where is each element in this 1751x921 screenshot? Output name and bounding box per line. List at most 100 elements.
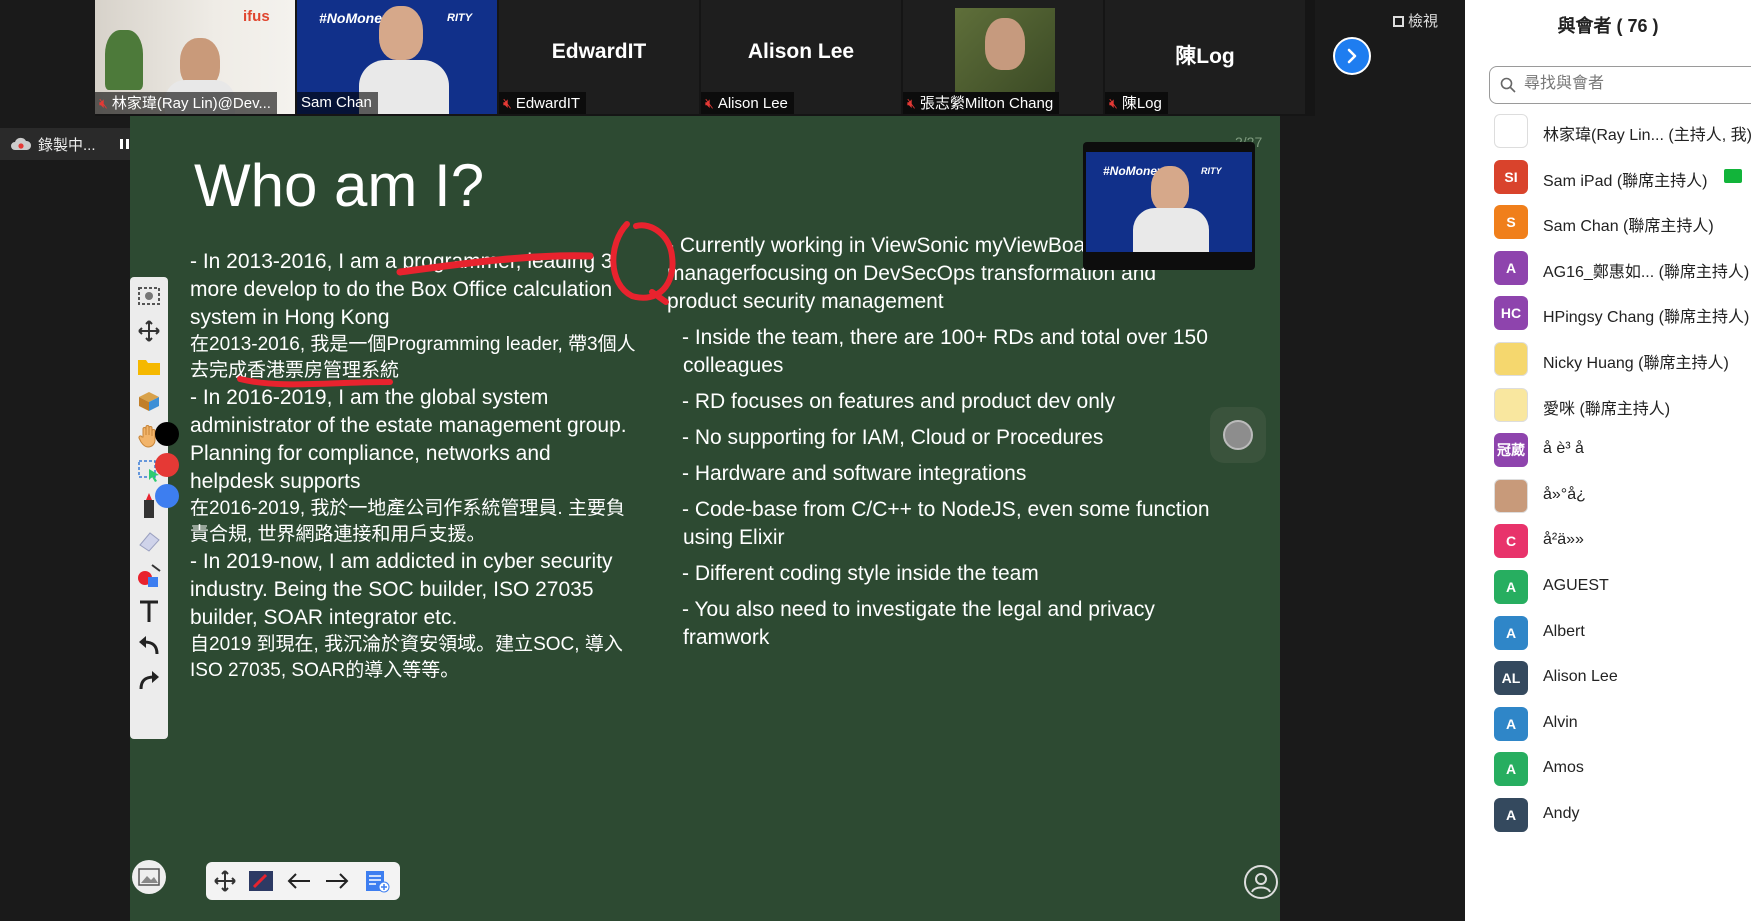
video-tile-milton-chang[interactable]: 🔇︎ 張志縈Milton Chang [903,0,1103,114]
participants-panel: 與會者 ( 76 ) 林家瑋(Ray Lin... (主持人, 我) SI Sam … [1465,0,1751,921]
person-face [379,6,423,60]
participant-row[interactable]: Cå²ä»» [1465,520,1751,564]
next-page-button[interactable] [1333,37,1371,75]
participant-row[interactable]: 冠葳 å è³ å [1465,429,1751,473]
add-page-button[interactable] [362,866,392,896]
move-icon [214,870,236,892]
tile-name-label: 🔇︎ 陳Log [1105,92,1168,114]
screenshot-tool-button[interactable] [134,281,164,311]
participant-name: 愛咪 (聯席主持人) [1543,400,1671,418]
participant-name: Nicky Huang (聯席主持人) [1543,355,1729,372]
bottom-toolbar [206,862,400,900]
participant-name: Sam iPad (聯席主持人) [1543,172,1708,190]
avatar [1494,342,1528,376]
grid-icon [1393,16,1404,27]
participant-search-input[interactable] [1522,74,1746,94]
pan-tool-button[interactable] [134,316,164,346]
participant-name: Alvin [1543,713,1578,731]
participant-name: Andy [1543,805,1580,822]
mic-muted-icon: 🔇︎ [907,95,916,111]
brand-logo-suffix: RITY [447,12,473,24]
participant-row[interactable]: A Andy [1465,794,1751,838]
video-tile-alison-lee[interactable]: Alison Lee 🔇︎ Alison Lee [701,0,901,114]
mic-muted-icon: 🔇︎ [99,95,108,111]
participant-name: AG16_鄭惠如... (聯席主持人) [1543,263,1750,281]
cloud-record-icon [11,137,32,150]
whiteboard-button[interactable] [246,866,276,896]
view-button[interactable]: 檢視 [1393,10,1438,31]
shapes-icon [138,564,161,587]
video-tile-chen-log[interactable]: 陳Log 🔇︎ 陳Log [1105,0,1305,114]
participant-row[interactable]: AL Alison Lee [1465,657,1751,701]
color-swatch-red[interactable] [155,453,179,477]
participant-row[interactable]: A AG16_鄭惠如... (聯席主持人) [1465,247,1751,291]
shared-slide: 2/27 Who am I? - In 2013-2016, I am a pr… [130,116,1280,921]
avatar: A [1494,706,1528,741]
avatar [1494,114,1528,148]
avatar [1494,478,1528,513]
participant-row[interactable]: å»°å¿ [1465,475,1751,519]
redo-button[interactable] [134,666,164,696]
participants-title: 與會者 ( 76 ) [1557,16,1659,36]
shape-tool-button[interactable] [134,561,164,591]
participant-name: å è³ å [1543,440,1584,458]
avatar: A [1494,570,1528,604]
avatar: A [1494,615,1528,650]
box-tool-button[interactable] [134,386,164,416]
mic-muted-icon: 🔇︎ [705,95,714,111]
participant-row[interactable]: Nicky Huang (聯席主持人) [1465,338,1751,382]
next-slide-button[interactable] [322,866,352,896]
video-tile-ray-lin[interactable]: ifus 🔇︎ 林家瑋(Ray Lin)@Dev... [95,0,295,114]
avatar: 冠葳 [1494,433,1528,468]
participant-row[interactable]: SI Sam iPad (聯席主持人) [1465,156,1751,200]
avatar: S [1494,205,1528,240]
participant-name: AGUEST [1543,577,1609,594]
brand-logo: ifus [243,8,270,25]
avatar: HC [1494,296,1528,331]
mic-muted-icon: 🔇︎ [503,95,512,111]
folder-button[interactable] [134,351,164,381]
color-swatch-blue[interactable] [155,484,179,508]
video-tile-sam-chan[interactable]: #NoMoney RITY Sam Chan [297,0,497,114]
pan-button[interactable] [210,866,240,896]
plant-shape [105,30,143,90]
tile-display-name: EdwardIT [551,40,647,63]
person-body [1133,208,1209,252]
floating-action-button[interactable] [1210,407,1266,463]
participant-row[interactable]: HC HPingsy Chang (聯席主持人) [1465,292,1751,336]
previous-slide-button[interactable] [284,866,314,896]
participant-search [1489,66,1751,104]
participant-row[interactable]: A Alvin [1465,703,1751,747]
annotation-toolbar [130,277,168,739]
gallery-button[interactable] [132,860,166,894]
participant-name: Albert [1543,622,1585,640]
participant-row[interactable]: A AGUEST [1465,566,1751,610]
participant-row[interactable]: 林家瑋(Ray Lin... (主持人, 我) [1465,110,1751,154]
arrow-right-icon [326,873,349,889]
text-tool-button[interactable] [134,596,164,626]
tile-name-label: 🔇︎ EdwardIT [499,92,587,114]
participant-row[interactable]: A Amos [1465,748,1751,792]
recording-label: 錄製中... [38,136,96,154]
avatar [1494,387,1528,422]
participant-name: Sam Chan (聯席主持人) [1543,218,1714,236]
participant-row[interactable]: 愛咪 (聯席主持人) [1465,384,1751,428]
profile-button[interactable] [1244,865,1278,899]
avatar: A [1494,798,1528,832]
avatar: A [1494,250,1528,285]
tile-name-label: Sam Chan [297,92,378,114]
whiteboard-icon [249,871,273,891]
pause-icon [119,139,129,149]
video-tile-edwardit[interactable]: EdwardIT 🔇︎ EdwardIT [499,0,699,114]
presenter-video[interactable]: #NoMoney RITY [1083,142,1255,270]
participant-name: Alison Lee [1543,668,1618,686]
ink-stroke [396,252,594,276]
participant-name: 林家瑋(Ray Lin... (主持人, 我) [1543,127,1751,144]
color-swatch-black[interactable] [155,422,179,446]
participant-row[interactable]: S Sam Chan (聯席主持人) [1465,201,1751,245]
chevron-right-icon [1347,48,1357,64]
eraser-tool-button[interactable] [134,526,164,556]
undo-button[interactable] [134,631,164,661]
participant-row[interactable]: A Albert [1465,612,1751,656]
avatar: SI [1494,159,1528,194]
